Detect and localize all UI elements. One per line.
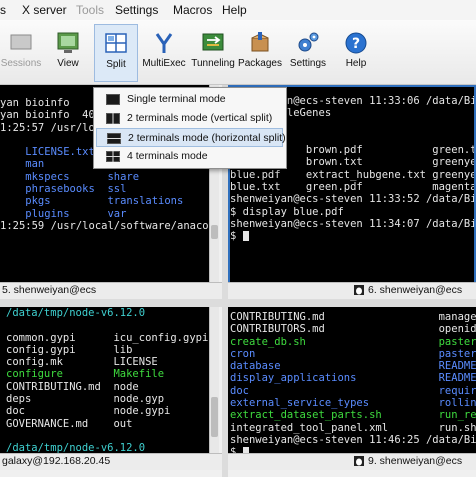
single-terminal-icon [106,94,120,105]
status-bar-pane-9: 9. shenweiyan@ecs [228,453,476,470]
scrollbar-thumb[interactable] [211,225,218,239]
horizontal-split-icon [107,133,121,144]
scrollbar-thumb[interactable] [211,397,218,437]
settings-button[interactable]: Settings [287,24,329,82]
menu-bar: s X server Tools Settings Macros Help [0,0,476,20]
menu-item-four-terminals[interactable]: 4 terminals mode [96,147,283,166]
sessions-icon [10,34,32,50]
menu-item-horizontal-split[interactable]: 2 terminals mode (horizontal split) [96,128,286,147]
menu-item-single-terminal[interactable]: Single terminal mode [96,90,283,109]
packages-button[interactable]: Packages [238,24,282,82]
menu-settings[interactable]: Settings [115,3,158,17]
multiexec-icon [155,33,173,53]
tunneling-button[interactable]: Tunneling [190,24,236,82]
status-bar-pane-5: 5. shenweiyan@ecs [0,282,222,299]
view-icon [57,32,79,53]
linux-penguin-icon [354,456,364,467]
split-button[interactable]: Split [94,24,138,82]
toolbar: Sessions View Split MultiExec Tunneling … [0,20,476,85]
status-bar-pane-galaxy: galaxy@192.168.20.45 [0,453,222,470]
terminal-pane-galaxy[interactable]: /data/tmp/node-v6.12.0 common.gypi icu_c… [0,307,212,453]
gear-icon [298,32,319,52]
menu-macros[interactable]: Macros [173,3,212,17]
linux-penguin-icon [354,285,364,296]
help-icon: ? [345,32,367,54]
terminal-cursor [242,231,249,242]
four-terminals-icon [106,151,120,162]
multiexec-button[interactable]: MultiExec [142,24,186,82]
split-mode-menu: Single terminal mode 2 terminals mode (v… [93,87,287,169]
packages-icon [251,32,269,52]
menu-item-vertical-split[interactable]: 2 terminals mode (vertical split) [96,109,283,128]
menu-tools[interactable]: Tools [76,3,104,17]
menu-item-partial[interactable]: s [0,3,6,17]
split-icon [105,33,127,53]
scrollbar-pane-galaxy[interactable] [209,307,219,453]
status-bar-pane-6: 6. shenweiyan@ecs [228,282,476,299]
sessions-button[interactable]: Sessions [0,24,42,82]
terminal-pane-9[interactable]: CONTRIBUTING.md manage_tools.s CONTRIBUT… [228,307,476,453]
tunneling-icon [202,33,224,51]
svg-text:?: ? [352,36,360,52]
menu-help[interactable]: Help [222,3,247,17]
vertical-split-icon [106,113,120,124]
help-button[interactable]: ? Help [336,24,376,82]
menu-x-server[interactable]: X server [22,3,67,17]
view-button[interactable]: View [48,24,88,82]
